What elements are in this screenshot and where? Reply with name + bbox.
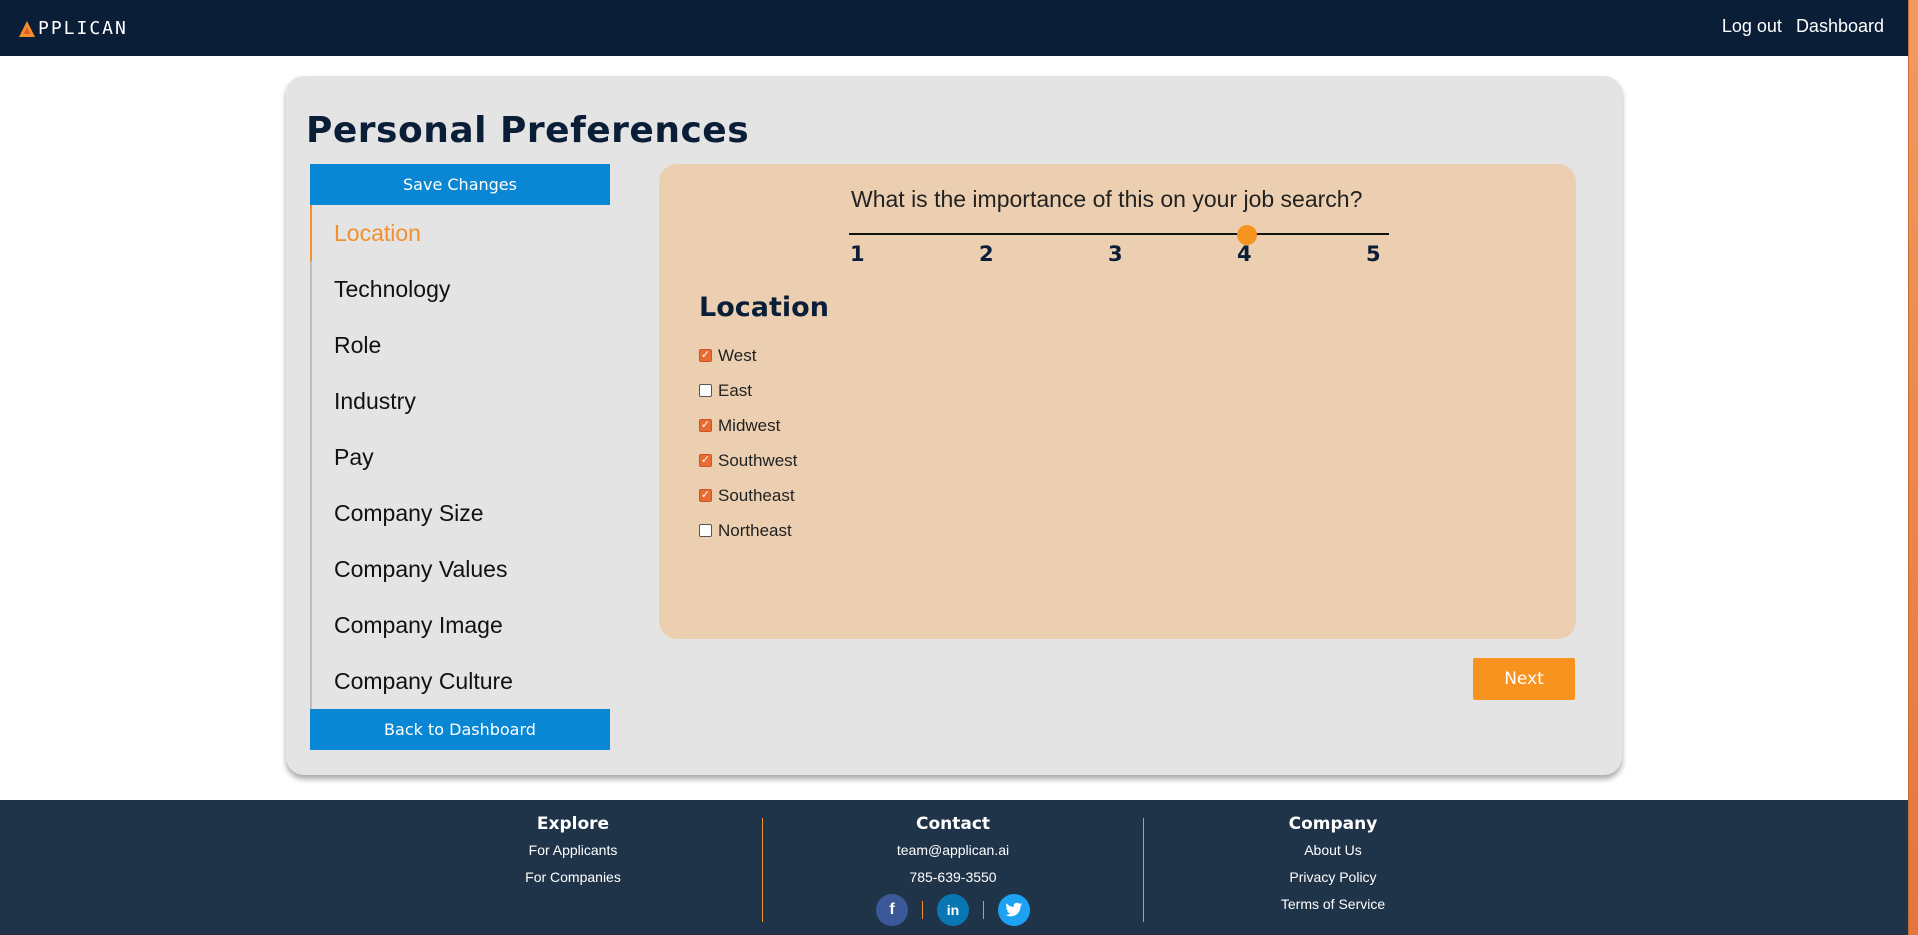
next-button[interactable]: Next: [1473, 658, 1575, 700]
footer-contact: Contact team@applican.ai 785-639-3550 f …: [803, 814, 1103, 926]
footer-explore-title: Explore: [536, 814, 610, 834]
sidebar-item-company-image[interactable]: Company Image: [312, 597, 610, 653]
option-label: Midwest: [718, 415, 781, 435]
footer-divider: [1143, 818, 1144, 922]
linkedin-icon[interactable]: in: [937, 894, 969, 926]
slider-track[interactable]: [849, 233, 1389, 235]
location-option-midwest[interactable]: ✓ Midwest: [699, 408, 797, 443]
applican-logo[interactable]: PPLICAN: [18, 18, 128, 39]
logout-link[interactable]: Log out: [1722, 16, 1782, 37]
twitter-bird-icon: [1005, 902, 1023, 917]
option-label: Northeast: [718, 520, 792, 540]
top-nav-links: Log out Dashboard: [1722, 16, 1884, 37]
option-label: Southeast: [718, 485, 795, 505]
scrollbar[interactable]: [1908, 0, 1918, 935]
footer-link-privacy[interactable]: Privacy Policy: [1183, 869, 1483, 885]
checkbox[interactable]: ✓: [699, 419, 712, 432]
footer-email[interactable]: team@applican.ai: [803, 842, 1103, 858]
social-links: f in: [803, 894, 1103, 926]
slider-tick: 5: [1366, 242, 1381, 266]
footer-link-about[interactable]: About Us: [1183, 842, 1483, 858]
page-title: Personal Preferences: [306, 110, 750, 151]
footer-explore: Explore For Applicants For Companies: [423, 814, 723, 896]
site-footer: Explore For Applicants For Companies Con…: [0, 800, 1908, 935]
social-divider: [922, 901, 923, 919]
preferences-card: Personal Preferences Save Changes Locati…: [286, 76, 1622, 775]
option-label: West: [718, 345, 757, 365]
option-label: East: [718, 380, 753, 400]
social-divider: [983, 901, 984, 919]
location-option-east[interactable]: East: [699, 373, 797, 408]
footer-link-applicants[interactable]: For Applicants: [423, 842, 723, 858]
location-option-southwest[interactable]: ✓ Southwest: [699, 443, 797, 478]
checkbox[interactable]: ✓: [699, 489, 712, 502]
sidebar-item-location[interactable]: Location: [310, 205, 610, 261]
sidebar-item-pay[interactable]: Pay: [312, 429, 610, 485]
location-option-west[interactable]: ✓ West: [699, 338, 797, 373]
back-to-dashboard-button[interactable]: Back to Dashboard: [310, 709, 610, 750]
importance-slider[interactable]: 1 2 3 4 5: [849, 225, 1389, 272]
location-option-southeast[interactable]: ✓ Southeast: [699, 478, 797, 513]
save-changes-button[interactable]: Save Changes: [310, 164, 610, 205]
sidebar-item-company-values[interactable]: Company Values: [312, 541, 610, 597]
slider-ticks: 1 2 3 4 5: [849, 242, 1389, 272]
footer-contact-title: Contact: [915, 814, 991, 834]
facebook-icon[interactable]: f: [876, 894, 908, 926]
footer-company-title: Company: [1288, 814, 1378, 834]
location-option-northeast[interactable]: Northeast: [699, 513, 797, 548]
preferences-sidebar: Save Changes Location Technology Role In…: [310, 164, 610, 750]
importance-question: What is the importance of this on your j…: [851, 186, 1363, 212]
checkbox[interactable]: [699, 384, 712, 397]
location-options: ✓ West East ✓ Midwest ✓ Southwest ✓ Southeas…: [699, 338, 797, 548]
sidebar-item-company-size[interactable]: Company Size: [312, 485, 610, 541]
logo-text: PPLICAN: [38, 18, 128, 39]
logo-mark-icon: [19, 20, 35, 37]
footer-divider: [762, 818, 763, 922]
footer-link-terms[interactable]: Terms of Service: [1183, 896, 1483, 912]
sidebar-item-company-culture[interactable]: Company Culture: [312, 653, 610, 709]
sidebar-item-role[interactable]: Role: [312, 317, 610, 373]
checkbox[interactable]: ✓: [699, 349, 712, 362]
location-panel: What is the importance of this on your j…: [659, 164, 1576, 639]
dashboard-link[interactable]: Dashboard: [1796, 16, 1884, 37]
footer-link-companies[interactable]: For Companies: [423, 869, 723, 885]
footer-company: Company About Us Privacy Policy Terms of…: [1183, 814, 1483, 923]
twitter-icon[interactable]: [998, 894, 1030, 926]
slider-tick: 1: [850, 242, 865, 266]
top-navbar: PPLICAN Log out Dashboard: [0, 0, 1908, 56]
preferences-menu: Location Technology Role Industry Pay Co…: [310, 205, 610, 709]
footer-phone[interactable]: 785-639-3550: [803, 869, 1103, 885]
slider-tick: 2: [979, 242, 994, 266]
sidebar-item-industry[interactable]: Industry: [312, 373, 610, 429]
slider-tick: 3: [1108, 242, 1123, 266]
checkbox[interactable]: ✓: [699, 454, 712, 467]
option-label: Southwest: [718, 450, 798, 470]
checkbox[interactable]: [699, 524, 712, 537]
location-section-title: Location: [699, 292, 829, 323]
slider-tick: 4: [1237, 242, 1252, 266]
sidebar-item-technology[interactable]: Technology: [312, 261, 610, 317]
